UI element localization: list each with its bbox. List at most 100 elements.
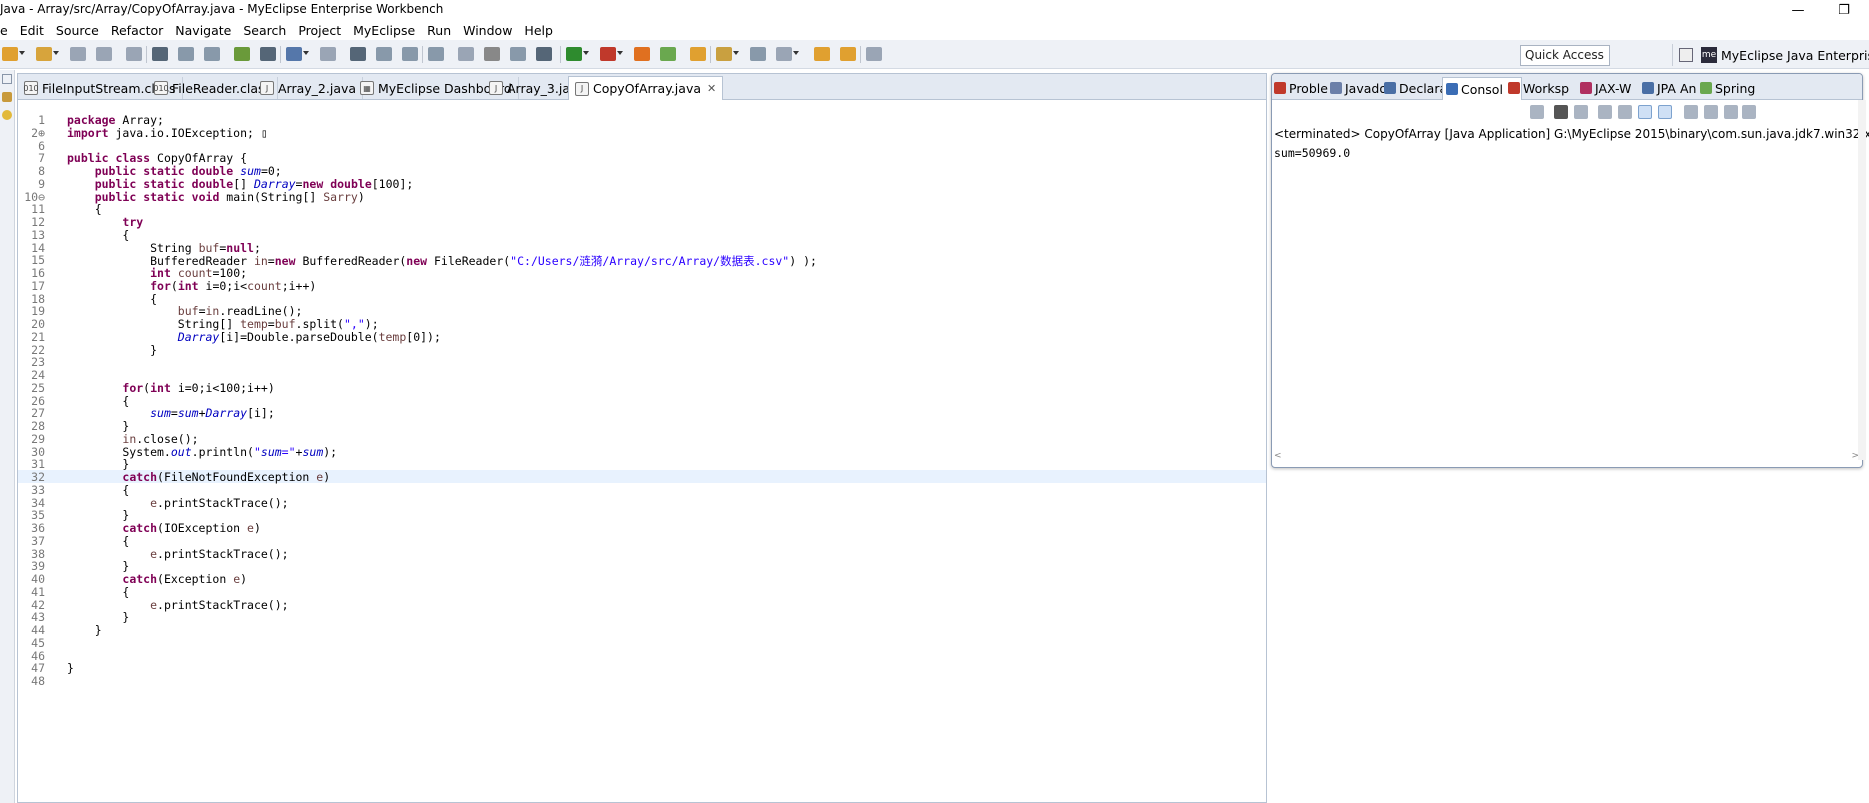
toolbar-button-icon[interactable] bbox=[716, 47, 732, 61]
code-line[interactable]: 22 } bbox=[18, 343, 1266, 357]
console-tab[interactable]: Proble bbox=[1274, 78, 1328, 98]
toolbar-button-icon[interactable] bbox=[286, 47, 302, 61]
dropdown-arrow-icon[interactable] bbox=[617, 51, 623, 55]
menu-item[interactable]: Run bbox=[427, 23, 451, 38]
code-line[interactable]: 13 { bbox=[18, 228, 1266, 242]
code-line[interactable]: 45 bbox=[18, 636, 1266, 650]
console-tool-icon[interactable] bbox=[1598, 105, 1612, 119]
dropdown-arrow-icon[interactable] bbox=[303, 51, 309, 55]
package-icon[interactable] bbox=[2, 92, 12, 102]
horizontal-scrollbar[interactable]: < > bbox=[1274, 451, 1859, 463]
code-line[interactable]: 12 try bbox=[18, 215, 1266, 229]
menu-item[interactable]: Refactor bbox=[111, 23, 163, 38]
toolbar-button-icon[interactable] bbox=[402, 47, 418, 61]
code-editor[interactable]: 1 package Array; 2⊕ import java.io.IOExcept… bbox=[18, 104, 1266, 794]
toolbar-button-icon[interactable] bbox=[376, 47, 392, 61]
toolbar-button-icon[interactable] bbox=[484, 47, 500, 61]
code-line[interactable]: 43 } bbox=[18, 610, 1266, 624]
code-line[interactable]: 8 public static double sum=0; bbox=[18, 164, 1266, 178]
code-line[interactable]: 26 { bbox=[18, 394, 1266, 408]
close-tab-icon[interactable]: ✕ bbox=[707, 82, 716, 95]
code-line[interactable]: 17 for(int i=0;i<count;i++) bbox=[18, 279, 1266, 293]
code-line[interactable]: 28 } bbox=[18, 419, 1266, 433]
toolbar-button-icon[interactable] bbox=[814, 47, 830, 61]
open-perspective-icon[interactable] bbox=[1679, 48, 1693, 62]
code-line[interactable]: 29 in.close(); bbox=[18, 432, 1266, 446]
toolbar-button-icon[interactable] bbox=[510, 47, 526, 61]
toolbar-button-icon[interactable] bbox=[536, 47, 552, 61]
toolbar-button-icon[interactable] bbox=[126, 47, 142, 61]
code-line[interactable]: 39 } bbox=[18, 559, 1266, 573]
console-tab[interactable]: Javado bbox=[1330, 78, 1387, 98]
code-line[interactable]: 44 } bbox=[18, 623, 1266, 637]
toolbar-button-icon[interactable] bbox=[2, 47, 18, 61]
toolbar-button-icon[interactable] bbox=[776, 47, 792, 61]
scroll-left-icon[interactable]: < bbox=[1274, 451, 1282, 461]
code-line[interactable]: 19 buf=in.readLine(); bbox=[18, 304, 1266, 318]
code-line[interactable]: 11 { bbox=[18, 202, 1266, 216]
dropdown-arrow-icon[interactable] bbox=[733, 51, 739, 55]
code-line[interactable]: 47} bbox=[18, 661, 1266, 675]
code-line[interactable]: 23 bbox=[18, 355, 1266, 369]
toolbar-button-icon[interactable] bbox=[566, 47, 582, 61]
code-line[interactable]: 16 int count=100; bbox=[18, 266, 1266, 280]
toolbar-button-icon[interactable] bbox=[96, 47, 112, 61]
code-line[interactable]: 35 } bbox=[18, 508, 1266, 522]
toolbar-button-icon[interactable] bbox=[36, 47, 52, 61]
code-line[interactable]: 15 BufferedReader in=new BufferedReader(… bbox=[18, 253, 1266, 268]
code-line[interactable]: 6 bbox=[18, 139, 1266, 153]
toolbar-button-icon[interactable] bbox=[458, 47, 474, 61]
menu-item[interactable]: Window bbox=[463, 23, 512, 38]
code-line[interactable]: 36 catch(IOException e) bbox=[18, 521, 1266, 535]
code-line[interactable]: 18 { bbox=[18, 292, 1266, 306]
code-line[interactable]: 38 e.printStackTrace(); bbox=[18, 547, 1266, 561]
menu-item[interactable]: e bbox=[0, 23, 8, 38]
console-tool-icon[interactable] bbox=[1684, 105, 1698, 119]
code-line[interactable]: 21 Darray[i]=Double.parseDouble(temp[0])… bbox=[18, 330, 1266, 344]
code-line[interactable]: 41 { bbox=[18, 585, 1266, 599]
toolbar-button-icon[interactable] bbox=[70, 47, 86, 61]
console-tool-icon[interactable] bbox=[1574, 105, 1588, 119]
outline-icon[interactable] bbox=[2, 110, 12, 120]
console-tool-icon[interactable] bbox=[1638, 105, 1652, 119]
code-line[interactable]: 31 } bbox=[18, 457, 1266, 471]
code-line[interactable]: 48 bbox=[18, 674, 1266, 688]
code-line[interactable]: 1 package Array; bbox=[18, 113, 1266, 127]
restore-button[interactable]: ❐ bbox=[1821, 0, 1867, 20]
toolbar-button-icon[interactable] bbox=[660, 47, 676, 61]
toolbar-button-icon[interactable] bbox=[234, 47, 250, 61]
console-output[interactable]: sum=50969.0 bbox=[1274, 146, 1350, 160]
dropdown-arrow-icon[interactable] bbox=[53, 51, 59, 55]
console-tool-icon[interactable] bbox=[1618, 105, 1632, 119]
console-tool-icon[interactable] bbox=[1724, 105, 1738, 119]
code-line[interactable]: 7 public class CopyOfArray { bbox=[18, 151, 1266, 165]
editor-tab[interactable]: J Array_2.java bbox=[254, 77, 364, 99]
console-tab[interactable]: Worksp bbox=[1508, 78, 1569, 98]
console-tool-icon[interactable] bbox=[1742, 105, 1756, 119]
dropdown-arrow-icon[interactable] bbox=[19, 51, 25, 55]
restore-view-icon[interactable] bbox=[2, 74, 12, 84]
code-line[interactable]: 20 String[] temp=buf.split(","); bbox=[18, 317, 1266, 331]
menu-item[interactable]: Source bbox=[56, 23, 99, 38]
menu-item[interactable]: Navigate bbox=[175, 23, 231, 38]
vertical-scrollbar[interactable] bbox=[1858, 100, 1866, 460]
console-tab[interactable]: JAX-W bbox=[1580, 78, 1631, 98]
code-line[interactable]: 25 for(int i=0;i<100;i++) bbox=[18, 381, 1266, 395]
console-tool-icon[interactable] bbox=[1554, 105, 1568, 119]
console-tool-icon[interactable] bbox=[1704, 105, 1718, 119]
menu-item[interactable]: Help bbox=[524, 23, 553, 38]
menu-item[interactable]: Search bbox=[243, 23, 286, 38]
toolbar-button-icon[interactable] bbox=[260, 47, 276, 61]
toolbar-button-icon[interactable] bbox=[866, 47, 882, 61]
menu-item[interactable]: Project bbox=[298, 23, 341, 38]
code-line[interactable]: 30 System.out.println("sum="+sum); bbox=[18, 445, 1266, 459]
menu-item[interactable]: MyEclipse bbox=[353, 23, 415, 38]
code-line[interactable]: 27 sum=sum+Darray[i]; bbox=[18, 406, 1266, 420]
code-line[interactable]: 2⊕ import java.io.IOException; ▯ bbox=[18, 126, 1266, 140]
toolbar-button-icon[interactable] bbox=[152, 47, 168, 61]
console-tool-icon[interactable] bbox=[1530, 105, 1544, 119]
perspective-label[interactable]: MyEclipse Java Enterprise bbox=[1721, 48, 1869, 63]
code-line[interactable]: 42 e.printStackTrace(); bbox=[18, 598, 1266, 612]
console-tool-icon[interactable] bbox=[1658, 105, 1672, 119]
perspective-switcher[interactable]: me MyEclipse Java Enterprise Ja bbox=[1672, 44, 1869, 66]
